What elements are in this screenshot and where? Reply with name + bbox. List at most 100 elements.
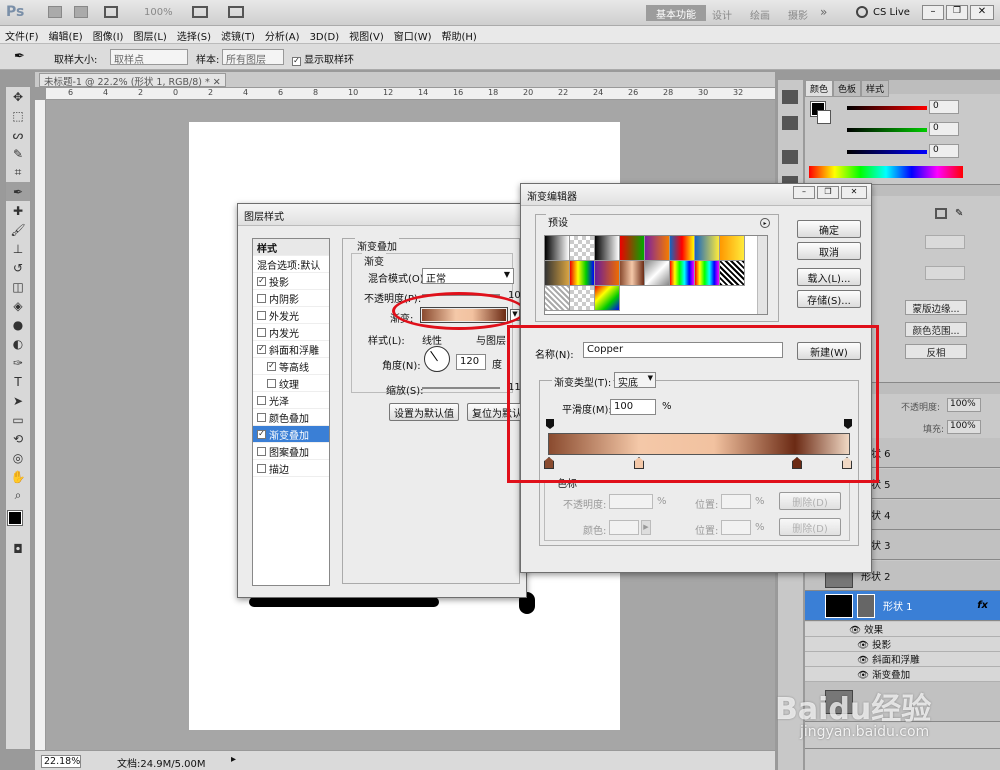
blur-tool-icon[interactable]: ● [6, 315, 30, 334]
effects-row[interactable]: 👁 效果 [805, 622, 1000, 637]
eye-icon[interactable]: 👁 [857, 640, 869, 651]
effect-row[interactable]: 👁 投影 [805, 637, 1000, 652]
gradient-preset-swatch[interactable] [645, 261, 670, 286]
eyedropper-icon[interactable]: ✒ [14, 49, 25, 64]
style-item[interactable]: ✓ 投影 [253, 273, 329, 290]
dialog-close-button[interactable]: ✕ [841, 186, 867, 199]
effect-row[interactable]: 👁 渐变叠加 [805, 667, 1000, 682]
gradient-preset-swatch[interactable] [620, 261, 645, 286]
adjustments-panel-icon[interactable] [782, 150, 798, 164]
doc-info[interactable]: 文档:24.9M/5.00M [117, 755, 206, 770]
gradient-preset-swatch[interactable] [695, 261, 720, 286]
path-select-icon[interactable]: ➤ [6, 391, 30, 410]
style-checkbox[interactable] [257, 310, 266, 320]
quick-mask-icon[interactable]: ◘ [6, 539, 30, 558]
scale-slider[interactable] [422, 387, 500, 389]
style-checkbox[interactable]: ✓ [267, 361, 276, 371]
gradient-preset-swatch[interactable] [620, 236, 645, 261]
color-spectrum[interactable] [809, 166, 963, 178]
3d-rotate-icon[interactable]: ⟲ [6, 429, 30, 448]
bucket-tool-icon[interactable]: ◈ [6, 296, 30, 315]
eyedropper-tool-icon[interactable]: ✒ [6, 182, 30, 201]
type-tool-icon[interactable]: T [6, 372, 30, 391]
gradient-preset-swatch[interactable] [570, 261, 595, 286]
green-slider[interactable] [847, 128, 927, 132]
gradient-preset-swatch[interactable] [720, 236, 745, 261]
marquee-tool-icon[interactable]: ⬚ [6, 106, 30, 125]
screen-mode-icon[interactable] [228, 6, 244, 18]
presets-grid[interactable] [544, 235, 768, 315]
mask-edge-button[interactable]: 蒙版边缘... [905, 300, 967, 315]
eye-icon[interactable]: 👁 [857, 670, 869, 681]
gradient-preset-swatch[interactable] [595, 286, 620, 311]
eraser-tool-icon[interactable]: ◫ [6, 277, 30, 296]
zoom-field[interactable]: 22.18% [41, 755, 81, 768]
document-tab[interactable]: 未标题-1 @ 22.2% (形状 1, RGB/8) * ✕ [39, 73, 226, 88]
style-value[interactable]: 线性 [422, 332, 442, 347]
style-item[interactable]: 外发光 [253, 307, 329, 324]
bridge-icon[interactable] [48, 6, 62, 18]
color-range-button[interactable]: 颜色范围... [905, 322, 967, 337]
menu-window[interactable]: 窗口(W) [389, 26, 437, 45]
tab-styles[interactable]: 样式 [861, 80, 890, 97]
menu-file[interactable]: 文件(F) [0, 26, 44, 45]
load-button[interactable]: 载入(L)... [797, 268, 861, 286]
color-bg-swatch[interactable] [817, 110, 831, 124]
menu-edit[interactable]: 编辑(E) [44, 26, 88, 45]
dialog-minimize-button[interactable]: – [793, 186, 815, 199]
workspace-design[interactable]: 设计 [712, 7, 732, 22]
gradient-preset-swatch[interactable] [595, 236, 620, 261]
angle-dial[interactable] [424, 346, 450, 372]
show-ring-checkbox[interactable]: ✓ [292, 53, 304, 66]
menu-analysis[interactable]: 分析(A) [260, 26, 305, 45]
workspace-photo[interactable]: 摄影 [788, 7, 808, 22]
style-item[interactable]: 描边 [253, 460, 329, 477]
lasso-tool-icon[interactable]: ᔕ [6, 125, 30, 144]
green-value[interactable]: 0 [929, 122, 959, 136]
cslive-label[interactable]: CS Live [873, 7, 910, 18]
style-checkbox[interactable]: ✓ [257, 276, 266, 286]
style-checkbox[interactable]: ✓ [257, 429, 266, 439]
blue-slider[interactable] [847, 150, 927, 154]
menu-help[interactable]: 帮助(H) [437, 26, 482, 45]
gradient-preset-swatch[interactable] [670, 236, 695, 261]
save-button[interactable]: 存储(S)... [797, 290, 861, 308]
workspace-painting[interactable]: 绘画 [750, 7, 770, 22]
cancel-button[interactable]: 取消 [797, 242, 861, 260]
move-tool-icon[interactable]: ✥ [6, 87, 30, 106]
style-item[interactable]: 光泽 [253, 392, 329, 409]
gradient-preset-swatch[interactable] [720, 261, 745, 286]
brush-tool-icon[interactable]: 🖌 [6, 220, 30, 239]
presets-menu-icon[interactable]: ▸ [760, 218, 770, 228]
set-default-button[interactable]: 设置为默认值 [389, 403, 459, 421]
document-tab-close-icon[interactable]: ✕ [213, 77, 221, 88]
style-checkbox[interactable] [257, 446, 266, 456]
ok-button[interactable]: 确定 [797, 220, 861, 238]
tab-color[interactable]: 颜色 [805, 80, 834, 97]
gradient-preset-swatch[interactable] [670, 261, 695, 286]
history-panel-icon[interactable] [782, 90, 798, 104]
menu-3d[interactable]: 3D(D) [305, 30, 345, 45]
gradient-preset-swatch[interactable] [695, 236, 720, 261]
restore-button[interactable]: ❐ [946, 5, 968, 20]
density-field[interactable] [925, 235, 965, 249]
sample-size-select[interactable]: 取样点 [110, 49, 188, 66]
3d-orbit-icon[interactable]: ◎ [6, 448, 30, 467]
red-value[interactable]: 0 [929, 100, 959, 114]
fx-badge[interactable]: fx [977, 600, 988, 611]
zoom-level[interactable]: 100% [144, 7, 173, 18]
style-checkbox[interactable] [257, 395, 266, 405]
foreground-color[interactable] [7, 510, 23, 526]
menu-image[interactable]: 图像(I) [88, 26, 129, 45]
style-checkbox[interactable] [257, 327, 266, 337]
layer-row-selected[interactable]: 形状 1 fx [805, 591, 1000, 621]
style-checkbox[interactable] [257, 463, 266, 473]
arrange-icon[interactable] [192, 6, 208, 18]
dodge-tool-icon[interactable]: ◐ [6, 334, 30, 353]
blue-value[interactable]: 0 [929, 144, 959, 158]
style-item[interactable]: 内阴影 [253, 290, 329, 307]
pen-tool-icon[interactable]: ✑ [6, 353, 30, 372]
style-item[interactable]: ✓ 等高线 [253, 358, 329, 375]
workspace-essentials[interactable]: 基本功能 [646, 5, 706, 21]
style-checkbox[interactable] [267, 378, 276, 388]
